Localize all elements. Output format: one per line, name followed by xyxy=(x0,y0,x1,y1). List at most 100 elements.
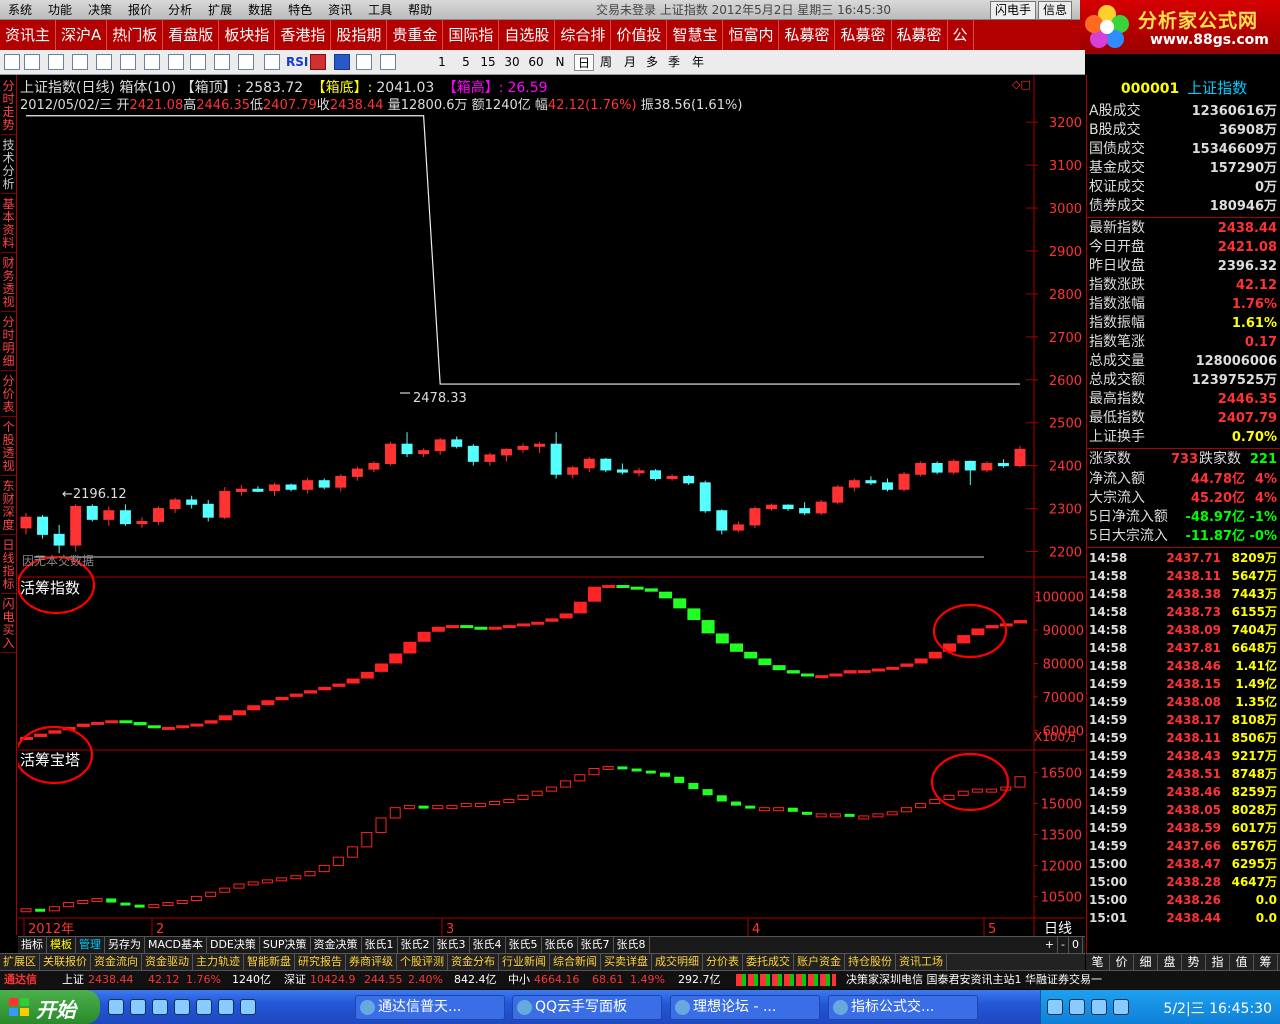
ext-tab-16[interactable]: 账户资金 xyxy=(794,954,845,970)
period-9[interactable]: 多 xyxy=(642,54,662,71)
overlay-icon[interactable] xyxy=(168,54,184,70)
quote-tab-6[interactable]: 值 xyxy=(1230,954,1254,970)
nav-item-5[interactable]: 香港指 xyxy=(275,20,332,50)
nav-item-15[interactable]: 私募密 xyxy=(835,20,892,50)
indicator-tab-11[interactable]: 张氏4 xyxy=(470,937,506,953)
indicator-tab-8[interactable]: 张氏1 xyxy=(362,937,398,953)
ext-tab-8[interactable]: 个股评测 xyxy=(397,954,448,970)
ext-tab-14[interactable]: 分价表 xyxy=(703,954,743,970)
nav-item-17[interactable]: 公 xyxy=(948,20,974,50)
task-qq-handwriting[interactable]: QQ云手写面板 xyxy=(512,995,662,1020)
menu-2[interactable]: 决策 xyxy=(80,0,120,20)
ext-tab-17[interactable]: 持仓股份 xyxy=(845,954,896,970)
quicklaunch-icon-7[interactable] xyxy=(240,999,256,1015)
menu-1[interactable]: 功能 xyxy=(40,0,80,20)
quote-tab-1[interactable]: 价 xyxy=(1110,954,1134,970)
nav-item-12[interactable]: 智慧宝 xyxy=(667,20,724,50)
period-6[interactable]: 日 xyxy=(574,54,594,71)
panel-icon[interactable] xyxy=(238,54,254,70)
quicklaunch-icon-6[interactable] xyxy=(218,999,234,1015)
ext-tab-5[interactable]: 智能新盘 xyxy=(244,954,295,970)
quote-tab-5[interactable]: 指 xyxy=(1206,954,1230,970)
indicator-tab-1[interactable]: 模板 xyxy=(47,937,76,953)
rsi-button[interactable]: RSI xyxy=(286,54,308,71)
left-tab-9[interactable]: 闪电买入 xyxy=(1,595,16,653)
quicklaunch-icon-5[interactable] xyxy=(196,999,212,1015)
ext-tab-11[interactable]: 综合新闻 xyxy=(550,954,601,970)
task-formula[interactable]: 指标公式交... xyxy=(828,995,978,1020)
menu-0[interactable]: 系统 xyxy=(0,0,40,20)
indicator-tab-5[interactable]: DDE决策 xyxy=(207,937,260,953)
flash-trade-button[interactable]: 闪电手 xyxy=(990,1,1037,20)
nav-item-4[interactable]: 板块指 xyxy=(219,20,276,50)
indicator-tab-14[interactable]: 张氏7 xyxy=(578,937,614,953)
tray-icon-3[interactable] xyxy=(1091,999,1107,1015)
indicator-tab-13[interactable]: 张氏6 xyxy=(542,937,578,953)
nav-item-14[interactable]: 私募密 xyxy=(779,20,836,50)
ext-tab-9[interactable]: 资金分布 xyxy=(448,954,499,970)
quote-tab-4[interactable]: 势 xyxy=(1182,954,1206,970)
quote-tab-3[interactable]: 盘 xyxy=(1158,954,1182,970)
menu-9[interactable]: 工具 xyxy=(360,0,400,20)
period-1[interactable]: 5 xyxy=(456,54,476,71)
quote-tab-2[interactable]: 细 xyxy=(1134,954,1158,970)
bar-chart-icon[interactable] xyxy=(72,54,88,70)
calc-icon[interactable] xyxy=(214,54,230,70)
curve-icon[interactable] xyxy=(264,54,280,70)
indicator-tab-7[interactable]: 资金决策 xyxy=(311,937,362,953)
zoom-btn-2[interactable]: 0 xyxy=(1069,937,1083,953)
tray-icon-2[interactable] xyxy=(1069,999,1085,1015)
quicklaunch-icon-3[interactable] xyxy=(152,999,168,1015)
quicklaunch-icon-1[interactable] xyxy=(108,999,124,1015)
left-tab-4[interactable]: 分时明细 xyxy=(1,313,16,371)
ext-tab-4[interactable]: 主力轨迹 xyxy=(193,954,244,970)
chart-options-icon[interactable]: ◇□ xyxy=(1012,78,1031,91)
chart-canvas[interactable]: 3200 3100 3000 2900 2800 2700 2600 2500 2400 2300… xyxy=(18,75,1085,936)
nav-item-0[interactable]: 资讯主 xyxy=(0,20,57,50)
left-tab-3[interactable]: 财务透视 xyxy=(1,254,16,312)
indicator-tab-12[interactable]: 张氏5 xyxy=(506,937,542,953)
ext-tab-12[interactable]: 买卖详盘 xyxy=(601,954,652,970)
period-4[interactable]: 60 xyxy=(526,54,546,71)
period-11[interactable]: 年 xyxy=(688,54,708,71)
nav-item-13[interactable]: 恒富内 xyxy=(723,20,780,50)
menu-7[interactable]: 特色 xyxy=(280,0,320,20)
left-tab-6[interactable]: 个股透视 xyxy=(1,418,16,476)
period-7[interactable]: 周 xyxy=(596,54,616,71)
period-8[interactable]: 月 xyxy=(620,54,640,71)
quicklaunch-icon-2[interactable] xyxy=(130,999,146,1015)
menu-5[interactable]: 扩展 xyxy=(200,0,240,20)
ext-tab-0[interactable]: 扩展区 xyxy=(0,954,40,970)
nav-item-6[interactable]: 股指期 xyxy=(331,20,388,50)
move-icon[interactable] xyxy=(334,54,350,70)
indicator-tab-3[interactable]: 另存为 xyxy=(105,937,145,953)
period-5[interactable]: N xyxy=(550,54,570,71)
quote-tab-0[interactable]: 笔 xyxy=(1086,954,1110,970)
task-forum[interactable]: 理想论坛 - ... xyxy=(670,995,820,1020)
left-tab-7[interactable]: 东财深度 xyxy=(1,477,16,535)
indicator-tab-6[interactable]: SUP决策 xyxy=(260,937,311,953)
dollar-icon[interactable] xyxy=(310,54,326,70)
nav-item-8[interactable]: 国际指 xyxy=(443,20,500,50)
menu-8[interactable]: 资讯 xyxy=(320,0,360,20)
menu-10[interactable]: 帮助 xyxy=(400,0,440,20)
menu-3[interactable]: 报价 xyxy=(120,0,160,20)
quicklaunch-icon-4[interactable] xyxy=(174,999,190,1015)
f12-icon[interactable] xyxy=(190,54,206,70)
indicator-tab-10[interactable]: 张氏3 xyxy=(434,937,470,953)
nav-item-1[interactable]: 深沪A xyxy=(56,20,108,50)
task-tongdaxin[interactable]: 通达信普天... xyxy=(355,995,505,1020)
tray-icon-1[interactable] xyxy=(1047,999,1063,1015)
indicator-tab-9[interactable]: 张氏2 xyxy=(398,937,434,953)
ext-tab-7[interactable]: 券商评级 xyxy=(346,954,397,970)
ext-tab-1[interactable]: 关联报价 xyxy=(40,954,91,970)
info-button[interactable]: 信息 xyxy=(1038,1,1073,20)
layout-icon[interactable] xyxy=(4,54,20,70)
tray-icon-4[interactable] xyxy=(1113,999,1129,1015)
ext-tab-10[interactable]: 行业新闻 xyxy=(499,954,550,970)
pencil-icon[interactable] xyxy=(380,54,396,70)
period-2[interactable]: 15 xyxy=(478,54,498,71)
indicator-tab-2[interactable]: 管理 xyxy=(76,937,105,953)
menu-4[interactable]: 分析 xyxy=(160,0,200,20)
period-3[interactable]: 30 xyxy=(502,54,522,71)
